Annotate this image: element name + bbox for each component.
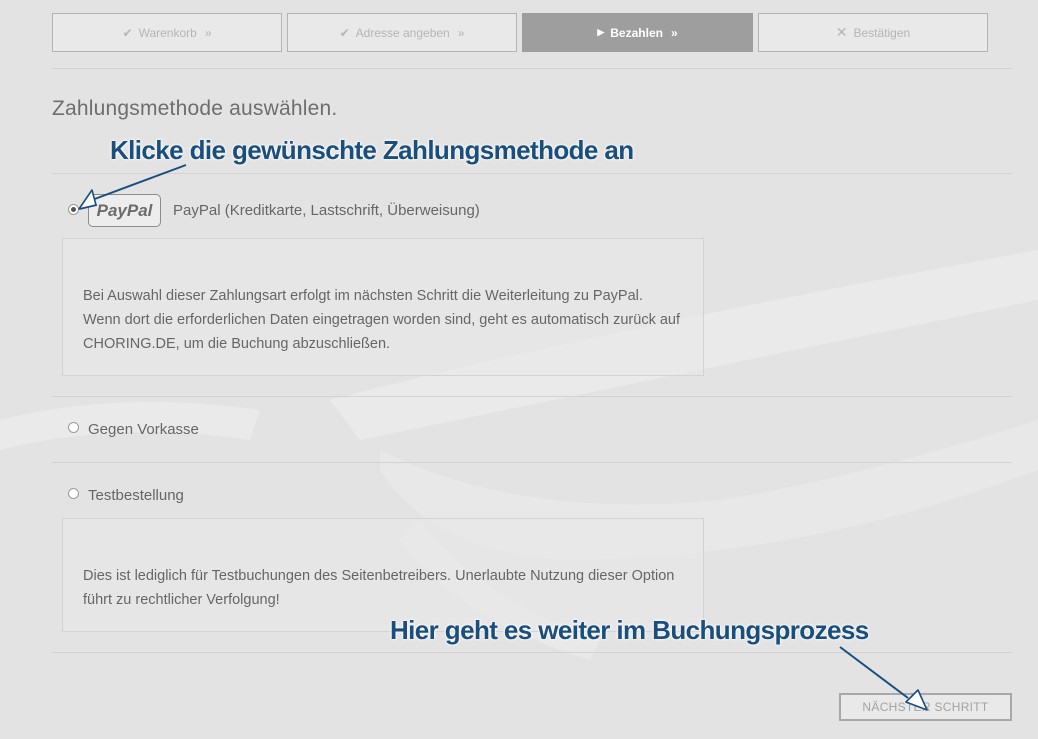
paypal-description-box: Bei Auswahl dieser Zahlungsart erfolgt i…: [62, 238, 704, 376]
divider: [52, 68, 1012, 69]
radio-paypal[interactable]: [68, 204, 79, 215]
checkmark-icon: ✔: [122, 25, 133, 40]
step-label: Adresse angeben: [355, 25, 450, 40]
chevron-right-icon: »: [204, 25, 212, 40]
test-description: Dies ist lediglich für Testbuchungen des…: [83, 568, 675, 608]
divider: [52, 652, 1012, 653]
chevron-right-icon: »: [457, 25, 465, 40]
play-icon: ▶: [597, 27, 605, 37]
option-label-testbestellung[interactable]: Testbestellung: [88, 487, 184, 504]
step-label: Bestätigen: [853, 25, 911, 40]
divider: [52, 396, 1012, 397]
cross-icon: ✕: [835, 24, 848, 40]
checkmark-icon: ✔: [339, 25, 350, 40]
step-bestaetigen: ✕ Bestätigen: [758, 13, 988, 52]
step-label: Warenkorb: [138, 25, 197, 40]
page-title: Zahlungsmethode auswählen.: [52, 97, 338, 120]
next-step-button[interactable]: NÄCHSTER SCHRITT: [839, 693, 1012, 721]
step-warenkorb[interactable]: ✔ Warenkorb »: [52, 13, 282, 52]
option-label-paypal[interactable]: PayPal (Kreditkarte, Lastschrift, Überwe…: [173, 202, 480, 219]
divider: [52, 462, 1012, 463]
paypal-logo[interactable]: PayPal: [88, 194, 161, 227]
paypal-description: Bei Auswahl dieser Zahlungsart erfolgt i…: [83, 288, 680, 352]
step-bezahlen: ▶ Bezahlen »: [522, 13, 753, 52]
radio-vorkasse[interactable]: [68, 422, 79, 433]
checkout-progress: ✔ Warenkorb » ✔ Adresse angeben » ▶ Beza…: [52, 13, 988, 52]
step-label: Bezahlen: [610, 25, 663, 40]
radio-testbestellung[interactable]: [68, 488, 79, 499]
annotation-select-method: Klicke die gewünschte Zahlungsmethode an: [110, 135, 634, 165]
step-adresse[interactable]: ✔ Adresse angeben »: [287, 13, 517, 52]
annotation-next-step: Hier geht es weiter im Buchungsprozess: [390, 615, 869, 645]
divider: [52, 173, 1012, 174]
option-label-vorkasse[interactable]: Gegen Vorkasse: [88, 421, 199, 438]
chevron-right-icon: »: [670, 25, 678, 40]
